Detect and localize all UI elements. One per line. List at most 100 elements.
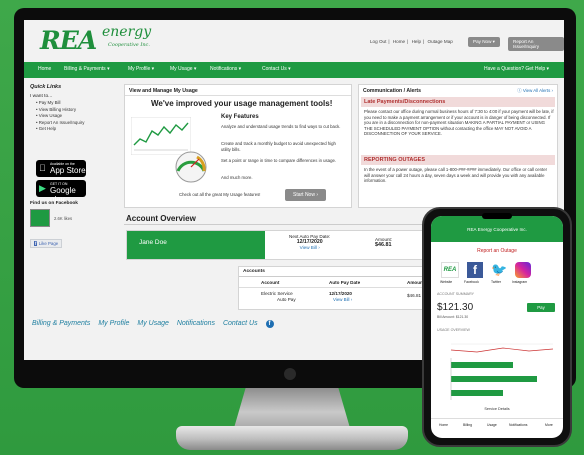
- phone-usage-chart: [450, 343, 554, 400]
- phone-tab-usage[interactable]: Usage: [487, 423, 497, 427]
- nav-profile[interactable]: My Profile ▾: [128, 66, 154, 72]
- phone-icon-label-twitter: Twitter: [491, 280, 501, 284]
- phone-report-outage[interactable]: Report an Outage: [431, 248, 563, 254]
- checkout-text: Check out all the great My Usage feature…: [179, 192, 261, 197]
- accounts-table-title: Accounts: [243, 269, 265, 274]
- i-want-to-label: I want to...: [30, 94, 53, 99]
- ql-report-issue[interactable]: • Report An Issue/Inquiry: [36, 120, 116, 127]
- ql-pay-bill[interactable]: • Pay My Bill: [36, 100, 116, 107]
- phone-tab-bar: Home Billing Usage Notifications More: [431, 418, 563, 438]
- reporting-outages-title: REPORTING OUTAGES: [361, 155, 555, 165]
- report-issue-button[interactable]: Report An Issue/Inquiry: [508, 37, 564, 51]
- gauge-illustration: [175, 151, 207, 183]
- phone-notch: [482, 213, 512, 219]
- like-page-label: Like Page: [38, 241, 59, 246]
- phone-header: REA Energy Cooperative Inc.: [431, 216, 563, 242]
- google-play-badge[interactable]: ▶ GET IT ON Google play: [36, 180, 86, 204]
- table-row-autopay: Auto Pay: [277, 297, 296, 302]
- pay-now-button[interactable]: Pay Now ▾: [468, 37, 500, 47]
- ql-pay-bill-label: Pay My Bill: [38, 100, 61, 105]
- website-icon[interactable]: REA: [441, 262, 459, 278]
- footer-profile[interactable]: My Profile: [98, 320, 129, 327]
- alerts-card: Communication / Alerts ⓘ View All Alerts…: [358, 84, 558, 208]
- footer-notifications[interactable]: Notifications: [177, 320, 215, 327]
- start-now-button[interactable]: Start Now ›: [285, 189, 327, 201]
- phone-tab-notifications[interactable]: Notifications: [509, 423, 527, 427]
- main-nav: Home Billing & Payments ▾ My Profile ▾ M…: [24, 62, 564, 78]
- phone-section-usage: USAGE OVERVIEW: [437, 328, 470, 332]
- nav-usage-label: My Usage: [170, 66, 193, 72]
- phone-title: REA Energy Cooperative Inc.: [467, 227, 527, 232]
- account-holder-name: Jane Doe: [127, 231, 265, 259]
- col-autopay-date: Auto Pay Date: [329, 280, 361, 285]
- quick-links-sidebar: Quick Links I want to... • Pay My Bill •…: [30, 84, 116, 256]
- usage-card: View and Manage My Usage We've improved …: [124, 84, 352, 208]
- phone-section-account: ACCOUNT SUMMARY: [437, 292, 475, 296]
- nav-usage[interactable]: My Usage ▾: [170, 66, 196, 72]
- account-summary-row: Jane Doe Next Auto Pay Date: 12/17/2020 …: [126, 230, 456, 260]
- ql-get-help[interactable]: • Get Help: [36, 126, 116, 133]
- phone-tab-billing[interactable]: Billing: [463, 423, 472, 427]
- pay-now-label: Pay Now: [473, 39, 492, 44]
- ql-view-usage[interactable]: • View Usage: [36, 113, 116, 120]
- help-link[interactable]: Help: [412, 39, 421, 44]
- table-row-account: Electric Service: [261, 291, 293, 296]
- view-all-alerts-label: View All Alerts: [522, 88, 551, 93]
- table-row-amount: $46.81: [407, 293, 422, 298]
- facebook-icon: f: [34, 241, 38, 246]
- ql-report-issue-label: Report An Issue/Inquiry: [38, 119, 85, 125]
- twitter-icon[interactable]: 🐦: [491, 262, 507, 278]
- like-page-button[interactable]: f Like Page: [30, 239, 63, 248]
- view-bill-link[interactable]: View Bill ›: [289, 245, 330, 250]
- nav-notifications-label: Notifications: [210, 66, 238, 72]
- nav-get-help[interactable]: Have a Question? Get Help ▾: [484, 66, 549, 72]
- footer-usage[interactable]: My Usage: [137, 320, 169, 327]
- phone-service-details[interactable]: Service Details: [431, 407, 563, 411]
- home-link[interactable]: Home: [393, 39, 405, 44]
- play-icon: ▶: [39, 183, 46, 193]
- brand-subtitle: Cooperative Inc.: [108, 42, 150, 48]
- brand-logo-energy: energy: [102, 24, 152, 40]
- nav-home[interactable]: Home: [38, 66, 51, 72]
- phone-pay-button[interactable]: Pay: [527, 303, 555, 312]
- footer-contact[interactable]: Contact Us: [223, 320, 258, 327]
- view-all-alerts-link[interactable]: ⓘ View All Alerts ›: [517, 88, 553, 94]
- usage-card-title: View and Manage My Usage: [129, 88, 198, 94]
- ql-get-help-label: Get Help: [38, 126, 57, 132]
- logout-link[interactable]: Log Out: [370, 39, 386, 44]
- nav-profile-label: My Profile: [128, 66, 151, 72]
- table-row-view-bill[interactable]: View Bill ›: [333, 297, 352, 302]
- nav-notifications[interactable]: Notifications ▾: [210, 66, 241, 72]
- col-account: Account: [261, 280, 280, 285]
- ql-billing-history[interactable]: • View Billing History: [36, 107, 116, 114]
- feature-3: Set a point or range in time to compare …: [221, 158, 337, 163]
- app-store-line2: App Store: [50, 166, 86, 175]
- nav-billing-label: Billing & Payments: [64, 66, 106, 72]
- facebook-page-avatar[interactable]: [30, 209, 50, 227]
- nav-billing[interactable]: Billing & Payments ▾: [64, 66, 110, 72]
- reporting-outages-text: In the event of a power outage, please c…: [364, 167, 548, 184]
- facebook-icon[interactable]: f: [467, 262, 483, 278]
- app-store-badge[interactable]:  Available on the App Store: [36, 160, 86, 177]
- account-overview-title: Account Overview: [126, 214, 196, 223]
- phone-screen: REA Energy Cooperative Inc. Report an Ou…: [431, 216, 563, 438]
- phone-tab-home[interactable]: Home: [439, 423, 448, 427]
- feature-1: Analyze and understand usage trends to f…: [221, 124, 341, 129]
- feature-2: Create and track a monthly budget to avo…: [221, 141, 336, 152]
- quick-links-title: Quick Links: [30, 84, 62, 90]
- next-autopay: Next Auto Pay Date: 12/17/2020 View Bill…: [289, 234, 330, 250]
- ql-view-usage-label: View Usage: [38, 113, 63, 119]
- nav-contact[interactable]: Contact Us ▾: [262, 66, 291, 72]
- late-payments-title: Late Payments/Disconnections: [361, 97, 555, 107]
- footer-billing[interactable]: Billing & Payments: [32, 320, 90, 327]
- view-bill-label: View Bill: [299, 245, 317, 250]
- facebook-footer-icon[interactable]: f: [265, 320, 274, 328]
- nav-contact-label: Contact Us: [262, 66, 287, 72]
- phone-tab-more[interactable]: More: [545, 423, 553, 427]
- nav-get-help-label: Have a Question? Get Help: [484, 66, 546, 72]
- phone-frame: REA Energy Cooperative Inc. Report an Ou…: [422, 207, 572, 447]
- brand-logo[interactable]: REA: [40, 26, 97, 55]
- instagram-icon[interactable]: [515, 262, 531, 278]
- phone-due: Bill Amount: $121.30: [437, 315, 469, 319]
- outage-map-link[interactable]: Outage Map: [428, 39, 453, 44]
